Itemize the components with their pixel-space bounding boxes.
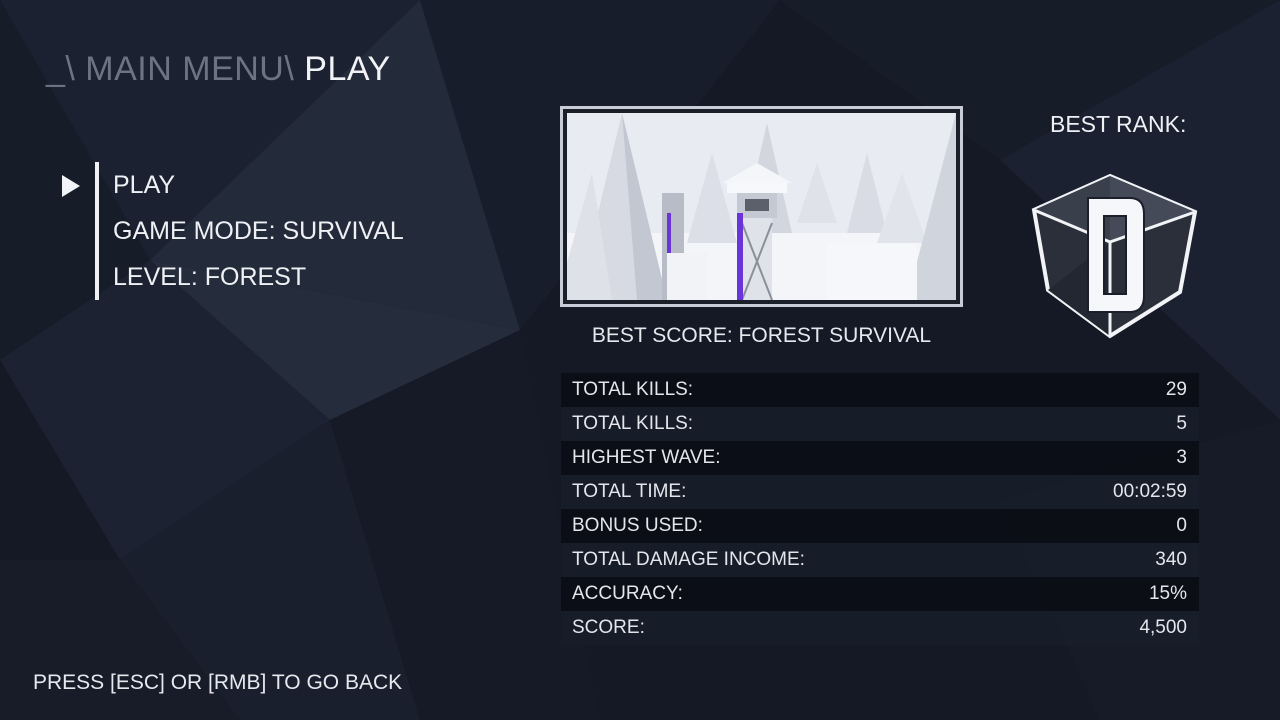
- menu-item-play[interactable]: PLAY: [113, 162, 404, 208]
- breadcrumb-current: PLAY: [304, 50, 391, 88]
- stat-value: 5: [1176, 413, 1187, 434]
- level-preview-image: [560, 106, 963, 307]
- stat-row: TOTAL KILLS: 29: [561, 373, 1199, 407]
- selection-arrow-icon: [62, 175, 80, 197]
- menu-item-game-mode[interactable]: GAME MODE: SURVIVAL: [113, 208, 404, 254]
- stat-value: 0: [1176, 515, 1187, 536]
- stat-label: ACCURACY:: [572, 583, 683, 604]
- stat-label: BONUS USED:: [572, 515, 703, 536]
- stat-label: HIGHEST WAVE:: [572, 447, 721, 468]
- stat-value: 15%: [1148, 583, 1187, 604]
- forest-level-thumbnail: [567, 113, 956, 300]
- stat-row: TOTAL TIME: 00:02:59: [561, 475, 1199, 509]
- stat-label: TOTAL KILLS:: [572, 379, 694, 400]
- stat-label: TOTAL TIME:: [572, 481, 687, 502]
- breadcrumb-main-menu[interactable]: _\ MAIN MENU\: [46, 50, 294, 88]
- back-hint: PRESS [ESC] OR [RMB] TO GO BACK: [33, 671, 403, 694]
- stat-row: HIGHEST WAVE: 3: [561, 441, 1199, 475]
- stat-row: TOTAL KILLS: 5: [561, 407, 1199, 441]
- stat-label: TOTAL KILLS:: [572, 413, 694, 434]
- stat-value: 4,500: [1139, 617, 1187, 638]
- stat-label: TOTAL DAMAGE INCOME:: [572, 549, 805, 570]
- play-menu: PLAY GAME MODE: SURVIVAL LEVEL: FOREST: [95, 162, 404, 300]
- stat-value: 340: [1155, 549, 1187, 570]
- best-rank-label: BEST RANK:: [1050, 111, 1187, 137]
- stat-row: BONUS USED: 0: [561, 509, 1199, 543]
- stat-value: 29: [1165, 379, 1187, 400]
- rank-d-badge-icon: [1031, 173, 1198, 339]
- best-score-caption: BEST SCORE: FOREST SURVIVAL: [591, 324, 932, 347]
- stat-label: SCORE:: [572, 617, 645, 638]
- stat-value: 00:02:59: [1113, 481, 1187, 502]
- stat-row: TOTAL DAMAGE INCOME: 340: [561, 543, 1199, 577]
- menu-item-level[interactable]: LEVEL: FOREST: [113, 254, 404, 300]
- best-score-stats-table: TOTAL KILLS: 29 TOTAL KILLS: 5 HIGHEST W…: [561, 373, 1199, 645]
- breadcrumb: _\ MAIN MENU\ PLAY: [46, 50, 391, 89]
- stat-row: SCORE: 4,500: [561, 611, 1199, 645]
- stat-row: ACCURACY: 15%: [561, 577, 1199, 611]
- stat-value: 3: [1176, 447, 1187, 468]
